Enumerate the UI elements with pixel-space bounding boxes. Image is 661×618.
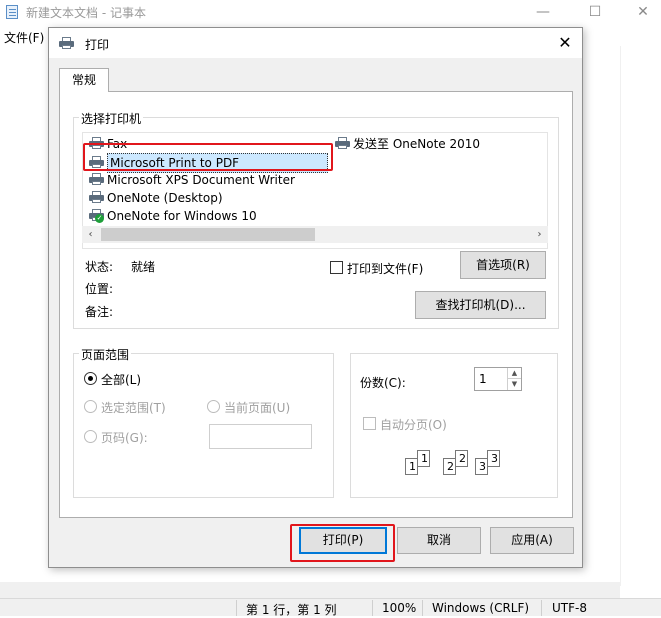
status-line-ending: Windows (CRLF) [432,601,530,615]
collate-checkbox[interactable] [363,417,376,430]
maximize-icon[interactable]: ☐ [580,2,610,22]
highlight-selected-printer [83,143,333,171]
notepad-vertical-scrollbar[interactable] [620,46,661,586]
tab-general[interactable]: 常规 [59,68,109,92]
copies-label: 份数(C): [360,376,406,390]
radio-selection-label[interactable]: 选定范围(T) [101,399,166,416]
status-encoding: UTF-8 [552,601,587,615]
minimize-icon[interactable]: — [528,2,558,22]
collate-illustration: 1 1 2 2 3 3 [405,448,505,482]
radio-all-label[interactable]: 全部(L) [101,371,141,388]
printer-name: OneNote for Windows 10 [107,209,257,223]
status-separator [372,600,373,616]
printer-item-send-to-onenote-2010[interactable]: 发送至 OneNote 2010 [335,135,480,153]
collate-label[interactable]: 自动分页(O) [380,416,447,433]
printer-icon [89,191,104,203]
notepad-horizontal-scrollbar[interactable] [0,582,620,598]
radio-pages-label[interactable]: 页码(G): [101,429,148,446]
printer-item-onenote-windows-10[interactable]: ✓ OneNote for Windows 10 [89,207,257,225]
status-separator [236,600,237,616]
radio-selection[interactable] [84,400,97,413]
close-icon[interactable]: ✕ [554,32,576,54]
dialog-title-bar: 打印 ✕ [49,28,582,58]
page-range-label: 页面范围 [79,346,132,363]
check-badge-icon: ✓ [95,214,104,223]
radio-all[interactable] [84,372,97,385]
printer-name: OneNote (Desktop) [107,191,223,205]
collate-sheet: 3 [487,450,500,467]
comment-label: 备注: [85,305,114,319]
copies-stepper[interactable]: 1 ▲ ▼ [474,367,522,391]
spin-down-icon[interactable]: ▼ [507,379,521,390]
status-label: 状态: [85,260,114,274]
status-value: 就绪 [131,260,156,274]
printer-name: Microsoft XPS Document Writer [107,173,295,187]
apply-button[interactable]: 应用(A) [490,527,574,554]
location-label: 位置: [85,282,114,296]
notepad-title-bar: 新建文本文档 - 记事本 — ☐ ✕ [0,0,661,24]
printer-icon [89,173,104,185]
printer-list-scrollbar[interactable]: ‹ › [82,226,548,243]
printer-icon: ✓ [89,209,104,223]
find-printer-button[interactable]: 查找打印机(D)... [415,291,546,319]
status-separator [541,600,542,616]
preferences-button[interactable]: 首选项(R) [460,251,546,279]
print-dialog: 打印 ✕ 常规 选择打印机 Fax Microsoft Print to PDF… [48,27,583,568]
collate-sheet: 2 [455,450,468,467]
status-position: 第 1 行，第 1 列 [246,603,337,617]
scroll-right-icon[interactable]: › [531,226,548,243]
notepad-icon [6,5,18,19]
printer-item-onenote-desktop[interactable]: OneNote (Desktop) [89,189,223,207]
printer-icon [335,137,350,149]
highlight-print-button [290,524,395,562]
close-window-icon[interactable]: ✕ [628,2,658,22]
select-printer-label: 选择打印机 [79,110,144,127]
spin-up-icon[interactable]: ▲ [507,368,521,379]
menu-file[interactable]: 文件(F) [4,29,44,46]
radio-current-page-label[interactable]: 当前页面(U) [224,399,290,416]
dialog-title: 打印 [85,38,110,52]
printer-name: 发送至 OneNote 2010 [353,137,481,151]
status-zoom: 100% [382,601,417,615]
pages-input[interactable] [209,424,312,449]
print-to-file-label[interactable]: 打印到文件(F) [347,260,423,277]
radio-current-page[interactable] [207,400,220,413]
print-to-file-checkbox[interactable] [330,261,343,274]
printer-icon [59,37,74,49]
radio-pages[interactable] [84,430,97,443]
cancel-button[interactable]: 取消 [397,527,481,554]
notepad-status-bar: 第 1 行，第 1 列 100% Windows (CRLF) UTF-8 [0,598,661,617]
printer-item-microsoft-xps[interactable]: Microsoft XPS Document Writer [89,171,295,189]
copies-value: 1 [479,372,487,386]
scroll-left-icon[interactable]: ‹ [82,226,99,243]
collate-sheet: 1 [417,450,430,467]
notepad-title: 新建文本文档 - 记事本 [26,6,146,20]
scrollbar-thumb[interactable] [101,228,315,241]
status-separator [422,600,423,616]
